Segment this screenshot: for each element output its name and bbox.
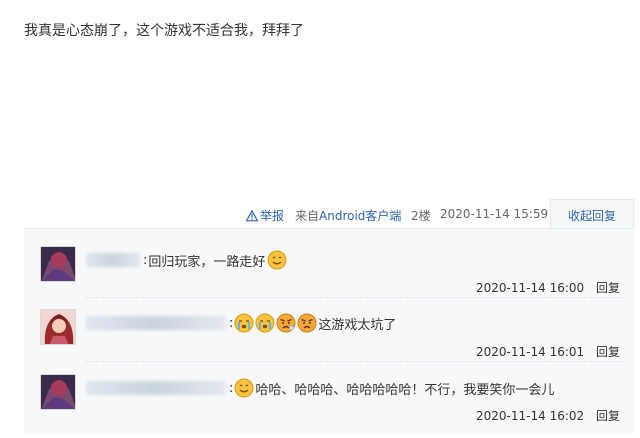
colon: : [229, 380, 234, 396]
client-source: 来自Android客户端 [295, 207, 401, 224]
reply-line: : 回归玩家，一路走好 [86, 246, 288, 274]
angry-emoji-icon [276, 313, 296, 333]
divider [86, 297, 622, 298]
colon: : [229, 315, 234, 331]
client-source-prefix: 来自 [295, 209, 320, 223]
warning-icon [246, 209, 258, 221]
avatar[interactable] [40, 246, 76, 282]
reply-item: : 哈哈、哈哈哈、哈哈哈哈哈！不行，我要笑你一会儿 2020-11-14 16:… [24, 374, 634, 438]
reply-time: 2020-11-14 16:00 [476, 281, 585, 295]
reply-item: : 回归玩家，一路走好 2020-11-14 16:00 回复 [24, 246, 634, 310]
reply-time: 2020-11-14 16:01 [476, 345, 585, 359]
report-link[interactable]: 举报 [246, 207, 284, 224]
avatar-image [41, 375, 75, 409]
avatar-image [41, 247, 75, 281]
reply-meta: 2020-11-14 16:02 回复 [476, 407, 620, 424]
crying-emoji-icon [234, 313, 254, 333]
angry-emoji-icon [297, 313, 317, 333]
post-tail: 举报 来自Android客户端 2楼 2020-11-14 15:59 收起回复 [0, 199, 640, 231]
reply-button[interactable]: 回复 [596, 281, 620, 295]
username-redacted[interactable] [86, 253, 140, 267]
post-time: 2020-11-14 15:59 [440, 207, 549, 221]
report-label: 举报 [260, 209, 285, 223]
fold-reply-button[interactable]: 收起回复 [550, 199, 634, 231]
reply-meta: 2020-11-14 16:01 回复 [476, 343, 620, 360]
username-redacted[interactable] [86, 316, 226, 330]
reply-meta: 2020-11-14 16:00 回复 [476, 279, 620, 296]
reply-list: : 回归玩家，一路走好 2020-11-14 16:00 回复: 这游戏太坑了… [24, 228, 634, 433]
avatar-image [41, 310, 75, 344]
reply-item: : 这游戏太坑了 2020-11-14 16:01 回复 [24, 309, 634, 373]
reply-text: 哈哈、哈哈哈、哈哈哈哈哈！不行，我要笑你一会儿 [255, 382, 555, 398]
reply-text: 这游戏太坑了 [318, 317, 397, 333]
client-link[interactable]: Android客户端 [319, 209, 401, 223]
reply-text: 回归玩家，一路走好 [148, 254, 266, 270]
colon: : [143, 252, 148, 268]
reply-line: : 这游戏太坑了 [86, 309, 396, 337]
avatar[interactable] [40, 309, 76, 345]
smile-emoji-icon [267, 250, 287, 270]
divider [86, 361, 622, 362]
smile-emoji-icon [234, 378, 254, 398]
username-redacted[interactable] [86, 381, 226, 395]
reply-button[interactable]: 回复 [596, 345, 620, 359]
reply-button[interactable]: 回复 [596, 409, 620, 423]
crying-emoji-icon [255, 313, 275, 333]
reply-time: 2020-11-14 16:02 [476, 409, 585, 423]
floor-number: 2楼 [411, 209, 431, 223]
reply-line: : 哈哈、哈哈哈、哈哈哈哈哈！不行，我要笑你一会儿 [86, 374, 554, 402]
avatar[interactable] [40, 374, 76, 410]
post-content: 我真是心态崩了，这个游戏不适合我，拜拜了 [24, 23, 304, 39]
